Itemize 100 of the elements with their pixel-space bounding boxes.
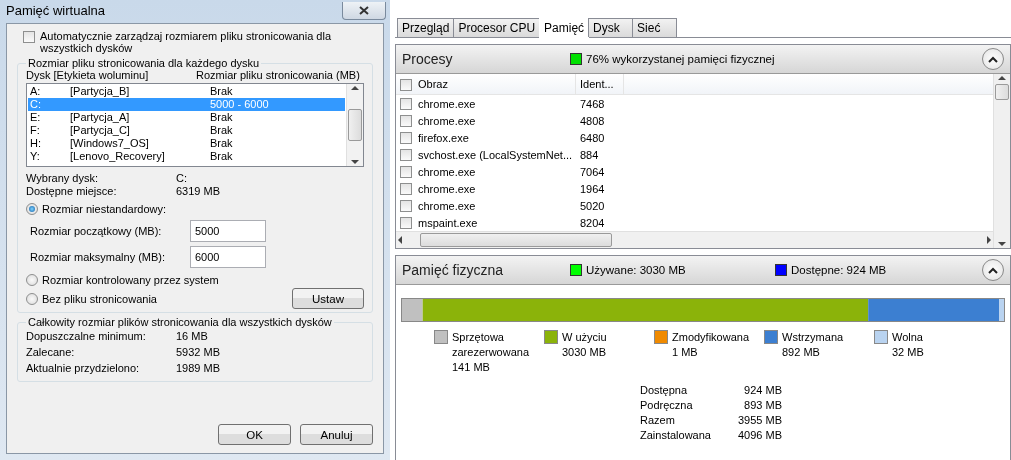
field-label: Rozmiar maksymalny (MB): [30,251,167,263]
size-field[interactable]: 6000 [190,246,266,268]
tab[interactable]: Przegląd [397,18,455,37]
checkbox[interactable] [400,98,412,110]
legend-value: 32 MB [892,345,924,360]
set-button[interactable]: Ustaw [292,288,364,309]
summary-label: Razem [640,413,676,428]
column-header[interactable]: Obraz [418,78,448,90]
process-id: 5020 [579,198,606,214]
checkbox[interactable] [400,200,412,212]
collapse-button[interactable] [982,259,1004,281]
legend-text: Dostępne: 924 MB [791,264,887,276]
process-id: 8204 [579,215,606,231]
total-value: 5932 MB [176,346,222,358]
scroll-thumb[interactable] [420,233,612,247]
process-id: 6480 [579,130,606,146]
summary-label: Zainstalowana [640,428,712,443]
process-name: chrome.exe [418,114,476,127]
field-label: Rozmiar początkowy (MB): [30,225,163,237]
scroll-thumb[interactable] [995,84,1009,100]
radio-button[interactable] [26,292,38,305]
process-name: firefox.exe [418,131,469,144]
total-label: Aktualnie przydzielono: [26,362,141,374]
info-value: 6319 MB [176,185,222,197]
info-label: Dostępne miejsce: [26,185,118,197]
summary-value: 893 MB [743,398,782,413]
legend-label: Zmodyfikowana [672,330,750,345]
scroll-arrow-icon[interactable] [351,158,359,166]
volume-label: [Lenovo_Recovery] [70,150,166,163]
checkbox[interactable] [400,149,412,161]
checkbox[interactable] [23,31,35,43]
process-name: chrome.exe [418,165,476,178]
drive-row[interactable]: H: [Windows7_OS] Brak [28,137,345,150]
legend-label: Sprzętowa zarezerwowana [452,330,530,360]
info-value: C: [176,172,188,184]
group-title: Rozmiar pliku stronicowania dla każdego dysku [27,57,261,69]
drive-letter: A: [30,85,42,98]
drive-letter: H: [30,137,42,150]
checkbox[interactable] [400,132,412,144]
close-button[interactable] [342,1,386,20]
radio-label: Bez pliku stronicowania [42,292,157,305]
total-label: Zalecane: [26,346,76,358]
volume-label: [Partycja_B] [70,85,131,98]
drive-letter: E: [30,111,42,124]
drive-letter: Y: [30,150,41,163]
drive-row[interactable]: F: [Partycja_C] Brak [28,124,345,137]
process-name: svchost.exe (LocalSystemNet... [418,148,573,161]
tab[interactable]: Procesor CPU [453,18,541,37]
column-header[interactable]: Ident... [580,78,614,90]
volume-label: [Windows7_OS] [70,137,150,150]
column-header: Rozmiar pliku stronicowania (MB) [196,69,361,81]
tab[interactable]: Pamięć [539,16,590,38]
radio-button[interactable] [26,202,38,215]
volume-label: [Partycja_C] [70,124,131,137]
size-field[interactable]: 5000 [190,220,266,242]
dialog-button[interactable]: Anuluj [300,424,373,445]
memory-usage-icon [570,53,582,65]
paging-size: Brak [210,150,234,163]
paging-size: Brak [210,111,234,124]
drive-row[interactable]: E: [Partycja_A] Brak [28,111,345,124]
drive-row[interactable]: Y: [Lenovo_Recovery] Brak [28,150,345,163]
scroll-thumb[interactable] [348,109,362,141]
legend-value: 892 MB [782,345,821,360]
memory-usage-text: 76% wykorzystanej pamięci fizycznej [586,53,775,65]
chevron-up-icon [988,266,998,274]
checkbox[interactable] [400,183,412,195]
tab[interactable]: Sieć [632,18,678,37]
paging-size: Brak [210,85,234,98]
drive-row[interactable]: A: [Partycja_B] Brak [28,85,345,98]
group-title: Całkowity rozmiar plików stronicowania dla wszystkich dysków [27,316,333,328]
legend-label: Wolna [892,330,924,345]
checkbox[interactable] [400,217,412,229]
tab[interactable]: Dysk [588,18,634,37]
checkbox-label: Automatycznie zarządzaj rozmiarem pliku stronicowania dla wszystkich dysków [40,30,332,54]
process-id: 884 [579,147,600,163]
checkbox[interactable] [400,166,412,178]
scroll-arrow-icon[interactable] [396,236,404,244]
checkbox[interactable] [400,78,412,91]
volume-label: [Partycja_A] [70,111,131,124]
paging-size: Brak [210,137,234,150]
chevron-up-icon [988,55,998,63]
process-name: chrome.exe [418,182,476,195]
scroll-arrow-icon[interactable] [998,74,1006,82]
process-id: 7064 [579,164,606,180]
drive-letter: F: [30,124,41,137]
radio-label: Rozmiar niestandardowy: [42,202,167,215]
total-value: 1989 MB [176,362,222,374]
process-name: chrome.exe [418,97,476,110]
scroll-arrow-icon[interactable] [351,84,359,92]
legend-label: W użyciu [562,330,607,345]
process-name: chrome.exe [418,199,476,212]
legend-label: Wstrzymana [782,330,844,345]
radio-button[interactable] [26,273,38,286]
summary-value: 924 MB [743,383,782,398]
dialog-button[interactable]: OK [218,424,291,445]
column-header: Dysk [Etykieta woluminu] [26,69,150,81]
collapse-button[interactable] [982,48,1004,70]
total-label: Dopuszczalne minimum: [26,330,147,342]
radio-label: Rozmiar kontrolowany przez system [42,273,219,286]
checkbox[interactable] [400,115,412,127]
